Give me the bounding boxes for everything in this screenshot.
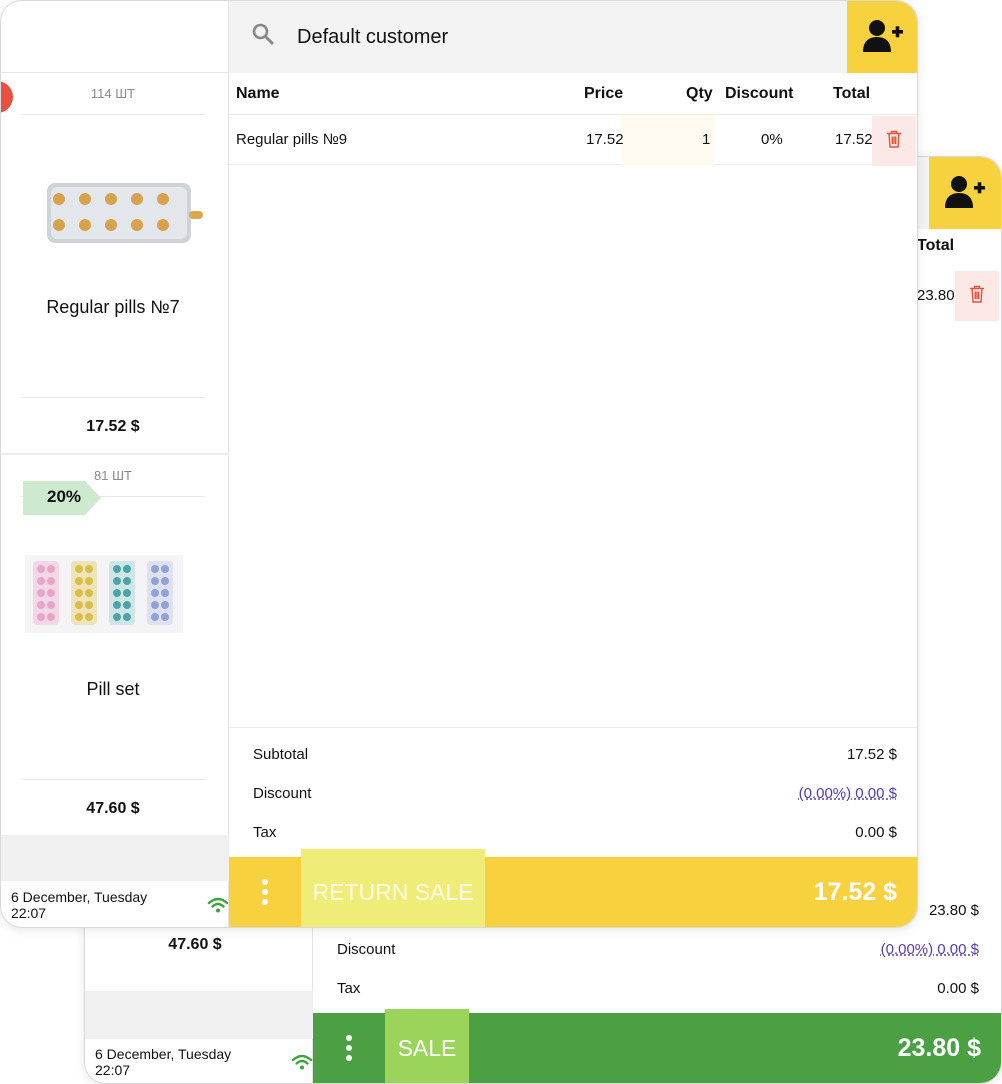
subtotal-label: Subtotal	[253, 746, 309, 763]
wifi-icon	[207, 897, 229, 913]
add-user-icon	[944, 174, 986, 213]
product-image	[25, 555, 185, 639]
tax-label: Tax	[337, 980, 361, 997]
add-customer-button[interactable]	[847, 1, 917, 73]
order-summary: Subtotal 17.52 $ Discount (0.00%) 0.00 $…	[229, 727, 917, 857]
item-discount[interactable]: 0%	[761, 115, 783, 165]
tax-value: 0.00 $	[855, 824, 897, 841]
customer-name: Default customer	[297, 25, 449, 48]
search-icon[interactable]	[251, 22, 275, 52]
item-name: Regular pills №9	[236, 131, 348, 148]
subtotal-value: 17.52 $	[846, 746, 897, 763]
discount-label: Discount	[337, 941, 396, 958]
item-price: 17.52	[586, 131, 624, 148]
status-bar: 6 December, Tuesday 22:07	[85, 1039, 313, 1083]
column-header-qty: Qty	[686, 85, 713, 102]
product-price: 17.52 $	[21, 397, 205, 455]
product-card[interactable]: 114 ШТ Regular pills №7 17.52 $	[21, 73, 205, 455]
item-total: 17.52	[835, 131, 873, 148]
discount-value[interactable]: (0.00%) 0.00 $	[881, 941, 979, 958]
stock-count: 114 ШТ	[21, 73, 205, 115]
column-header-name: Name	[236, 85, 280, 102]
checkout-bar: SALE 23.80 $	[313, 1009, 1001, 1083]
column-header-discount: Discount	[725, 85, 794, 102]
tax-label: Tax	[253, 824, 277, 841]
trash-icon	[969, 285, 985, 308]
product-price: 47.60 $	[21, 779, 205, 837]
discount-badge-text: 20%	[47, 487, 82, 506]
left-header-area	[1, 1, 229, 73]
notification-dot	[1, 81, 13, 113]
checkout-bar: RETURN SALE 17.52 $	[229, 849, 917, 927]
sale-button[interactable]: SALE	[385, 1009, 469, 1083]
cart-table-header: Name Price Qty Discount Total	[229, 73, 917, 115]
more-vertical-icon[interactable]	[229, 857, 301, 927]
column-header-price: Price	[584, 85, 624, 102]
return-sale-screen: Default customer 114 ШТ Regular pills №7…	[0, 0, 918, 928]
trash-icon	[886, 130, 902, 153]
qty-cell-bg	[621, 115, 715, 165]
discount-label: Discount	[253, 785, 312, 802]
product-list-empty-area	[1, 835, 229, 881]
wifi-icon	[291, 1054, 313, 1070]
column-header-total: Total	[917, 237, 955, 254]
row-total: 23.80	[917, 287, 955, 304]
delete-item-button[interactable]	[872, 116, 916, 166]
product-list-empty-area	[85, 991, 313, 1039]
more-vertical-icon[interactable]	[313, 1013, 385, 1083]
column-header-total: Total	[833, 85, 871, 102]
product-name: Pill set	[86, 679, 140, 699]
delete-item-button[interactable]	[955, 271, 999, 321]
return-sale-button[interactable]: RETURN SALE	[301, 849, 485, 927]
add-user-icon	[862, 18, 904, 57]
discount-value[interactable]: (0.00%) 0.00 $	[799, 785, 897, 802]
item-qty[interactable]: 1	[702, 115, 710, 165]
add-customer-button[interactable]	[929, 157, 1001, 229]
product-list-column: 114 ШТ Regular pills №7 17.52 $ 81 ШТ Pi…	[1, 73, 229, 927]
grand-total: 17.52 $	[813, 877, 897, 906]
subtotal-value: 23.80 $	[928, 902, 979, 919]
tax-value: 0.00 $	[937, 980, 979, 997]
datetime-label: 6 December, Tuesday 22:07	[95, 1046, 232, 1078]
grand-total: 23.80 $	[897, 1033, 981, 1062]
product-name: Regular pills №7	[46, 297, 180, 317]
datetime-label: 6 December, Tuesday 22:07	[11, 889, 148, 921]
status-bar: 6 December, Tuesday 22:07	[1, 881, 229, 927]
product-image	[45, 169, 205, 253]
customer-search-bar[interactable]: Default customer	[229, 1, 847, 73]
table-row[interactable]: Regular pills №9 17.52 1 0% 17.52	[229, 115, 917, 165]
